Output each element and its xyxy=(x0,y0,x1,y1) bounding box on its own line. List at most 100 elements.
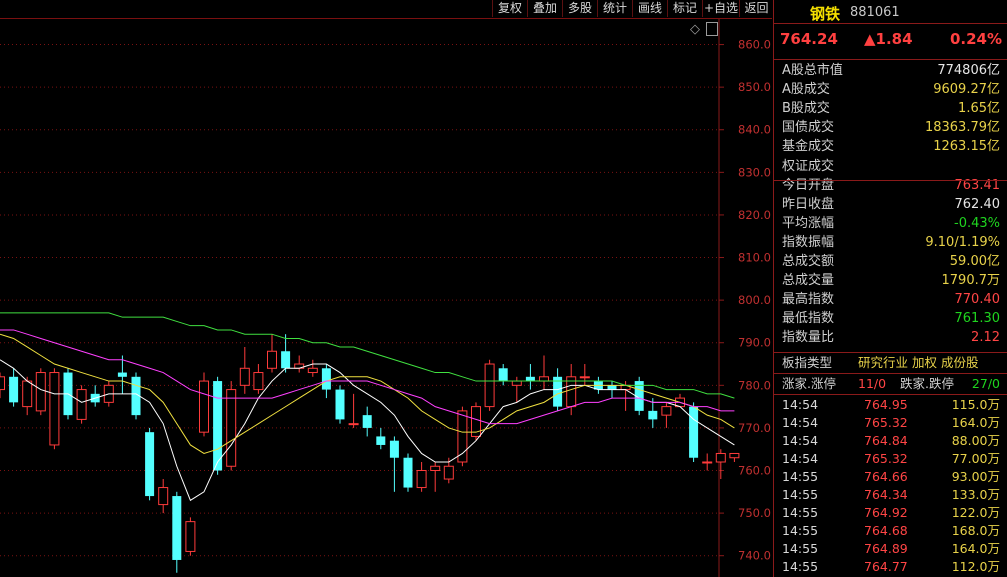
toolbar-button-restore-rights[interactable]: 复权 xyxy=(492,0,527,17)
candle-body xyxy=(185,521,196,552)
candle-body xyxy=(117,372,127,377)
trade-row: 14:55 764.92 122.0万 xyxy=(774,504,1007,522)
y-tick-label: 810.0 xyxy=(738,251,771,265)
candle-body xyxy=(226,389,237,467)
candle-body xyxy=(702,461,713,464)
trade-time: 14:54 xyxy=(782,451,819,466)
candle-body xyxy=(729,452,740,459)
candle-body xyxy=(213,381,223,471)
candle-body xyxy=(607,385,617,390)
trade-time: 14:55 xyxy=(782,559,819,574)
trade-time: 14:55 xyxy=(782,469,819,484)
stats-label: 指数量比 xyxy=(782,330,835,346)
trade-time: 14:54 xyxy=(782,433,819,448)
candle-body xyxy=(321,368,331,390)
index-name: 钢铁 xyxy=(810,5,841,23)
candle-body xyxy=(281,351,291,369)
stats-label: B股成交 xyxy=(782,101,830,117)
candle-body xyxy=(430,465,441,472)
trade-time: 14:55 xyxy=(782,523,819,538)
stats-value: 59.00亿 xyxy=(949,254,1000,269)
trade-time: 14:55 xyxy=(782,487,819,502)
stats-value: 18363.79亿 xyxy=(924,120,1000,136)
trade-row: 14:55 764.77 112.0万 xyxy=(774,558,1007,576)
candle-body xyxy=(498,368,508,382)
trade-volume: 168.0万 xyxy=(951,523,1000,538)
stats-label: A股总市值 xyxy=(782,63,843,78)
stats-value: -0.43% xyxy=(954,215,1000,231)
candle-body xyxy=(689,406,699,458)
sector-type-label: 板指类型 xyxy=(782,355,833,370)
y-tick-label: 850.0 xyxy=(738,80,771,94)
stats-value: 762.40 xyxy=(954,196,1001,212)
toolbar-button-mark[interactable]: 标记 xyxy=(667,0,702,17)
candle-body xyxy=(457,410,468,463)
candle-body xyxy=(199,380,209,433)
trade-price: 764.66 xyxy=(864,469,908,484)
candle-body xyxy=(253,372,264,391)
stats-value: 1263.15亿 xyxy=(933,139,1000,155)
divider xyxy=(774,352,1007,353)
stats-label: 总成交量 xyxy=(782,273,835,289)
trade-price: 764.92 xyxy=(864,505,908,520)
candlestick-chart[interactable]: 860.0 850.0 840.0 830.0 820.0 810.0 800.0 790.0… xyxy=(0,19,772,577)
trade-volume: 122.0万 xyxy=(951,505,1000,520)
candle-body xyxy=(172,496,182,560)
candle-body xyxy=(579,376,590,379)
trade-price: 764.89 xyxy=(864,541,908,556)
candle-body xyxy=(348,423,359,426)
stats-row: 指数振幅 9.10/1.19% xyxy=(774,233,1007,252)
y-tick-label: 790.0 xyxy=(738,336,771,350)
stats-label: 最高指数 xyxy=(782,292,835,308)
trade-price: 764.84 xyxy=(864,433,908,448)
stats-row: 基金成交 1263.15亿 xyxy=(774,137,1007,156)
toolbar-button-back[interactable]: 返回 xyxy=(739,0,773,17)
candle-body xyxy=(715,452,726,463)
trade-price: 764.95 xyxy=(864,397,908,412)
sector-type-value[interactable]: 研究行业 加权 成份股 xyxy=(858,354,978,372)
candle-body xyxy=(416,470,427,489)
stats-label: A股成交 xyxy=(782,82,830,98)
candle-body xyxy=(22,380,33,408)
toolbar-button-statistics[interactable]: 统计 xyxy=(597,0,632,17)
y-tick-label: 820.0 xyxy=(738,208,771,222)
y-tick-label: 770.0 xyxy=(738,421,771,435)
trade-price: 765.32 xyxy=(864,451,908,466)
trade-time: 14:55 xyxy=(782,505,819,520)
trade-row: 14:55 764.34 133.0万 xyxy=(774,486,1007,504)
price-change: ▲1.84 xyxy=(864,30,913,48)
y-tick-label: 750.0 xyxy=(738,506,771,520)
trade-volume: 77.00万 xyxy=(951,451,1000,466)
index-code: 881061 xyxy=(850,5,900,20)
candle-body xyxy=(307,367,318,374)
candle-body xyxy=(389,440,399,458)
trade-price: 764.68 xyxy=(864,523,908,538)
y-tick-label: 830.0 xyxy=(738,165,771,179)
toolbar-button-add-watchlist[interactable]: +自选 xyxy=(702,0,739,17)
candle-body xyxy=(362,415,372,428)
candle-body xyxy=(403,457,413,488)
stats-label: 今日开盘 xyxy=(782,177,835,193)
candle-body xyxy=(443,465,454,480)
advancers-label: 涨家.涨停 xyxy=(782,376,836,391)
toolbar-button-multi-stock[interactable]: 多股 xyxy=(562,0,597,17)
decliners-value: 27/0 xyxy=(971,376,1000,391)
stats-row: 权证成交 xyxy=(774,157,1007,176)
candle-body xyxy=(661,406,672,416)
trade-row: 14:55 764.89 164.0万 xyxy=(774,540,1007,558)
trade-volume: 88.00万 xyxy=(951,433,1000,448)
trade-time: 14:54 xyxy=(782,397,819,412)
candle-body xyxy=(376,436,386,445)
stats-row: 最低指数 761.30 xyxy=(774,309,1007,328)
stats-row: 国债成交 18363.79亿 xyxy=(774,118,1007,137)
stats-label: 国债成交 xyxy=(782,120,835,136)
toolbar-button-overlay[interactable]: 叠加 xyxy=(527,0,562,17)
price-change-pct: 0.24% xyxy=(949,30,1002,48)
y-tick-label: 860.0 xyxy=(738,38,771,52)
trade-row: 14:54 765.32 77.00万 xyxy=(774,450,1007,468)
candle-body xyxy=(539,376,549,382)
stats-value: 761.30 xyxy=(954,311,1001,327)
stats-label: 基金成交 xyxy=(782,139,835,155)
toolbar-button-draw-line[interactable]: 画线 xyxy=(632,0,667,17)
stats-row: A股成交 9609.27亿 xyxy=(774,80,1007,99)
